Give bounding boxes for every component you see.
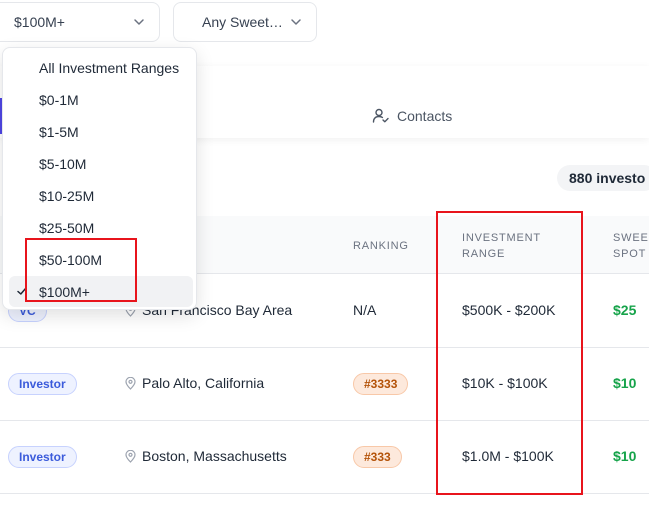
map-pin-icon (125, 376, 136, 390)
location-text: Palo Alto, California (142, 375, 265, 391)
ranking-badge: #333 (353, 446, 402, 468)
dropdown-option[interactable]: $0-1M (9, 84, 193, 115)
map-pin-icon (125, 449, 136, 463)
highlight-box-range-options (25, 238, 137, 302)
column-header-sweet-spot-line2: SPOT (613, 248, 647, 260)
location-text: Boston, Massachusetts (142, 448, 287, 464)
location-cell: Palo Alto, California (125, 375, 264, 391)
column-header-sweet-spot-line1: SWEE (613, 232, 649, 244)
location-cell: Boston, Massachusetts (125, 448, 287, 464)
dropdown-option[interactable]: $1-5M (9, 116, 193, 147)
column-header-ranking[interactable]: RANKING (353, 238, 409, 254)
ranking-cell: N/A (353, 302, 377, 318)
investor-type-badge: Investor (8, 373, 77, 395)
sweet-spot-cell: $25 (613, 302, 637, 318)
user-contacts-icon (372, 108, 389, 123)
sweet-spot-cell: $10 (613, 375, 637, 391)
sweet-spot-cell: $10 (613, 448, 637, 464)
sweet-spot-select[interactable]: Any Sweet… (173, 2, 317, 42)
chevron-down-icon (291, 19, 301, 25)
sweet-spot-select-value: Any Sweet… (202, 14, 283, 30)
column-header-sweet-spot[interactable]: SWEE SPOT (613, 230, 649, 262)
ranking-badge: #3333 (353, 373, 409, 395)
investment-range-select-value: $100M+ (14, 14, 65, 30)
investor-type-badge: Investor (8, 446, 77, 468)
results-count-badge: 880 investo (557, 165, 649, 191)
dropdown-option[interactable]: $10-25M (9, 180, 193, 211)
chevron-down-icon (134, 19, 144, 25)
tab-contacts[interactable]: Contacts (372, 107, 452, 124)
dropdown-option[interactable]: $5-10M (9, 148, 193, 179)
tab-contacts-label: Contacts (397, 107, 453, 124)
dropdown-option[interactable]: All Investment Ranges (9, 52, 193, 83)
highlight-box-investment-range-column (436, 211, 583, 495)
investment-range-select[interactable]: $100M+ (0, 2, 160, 42)
